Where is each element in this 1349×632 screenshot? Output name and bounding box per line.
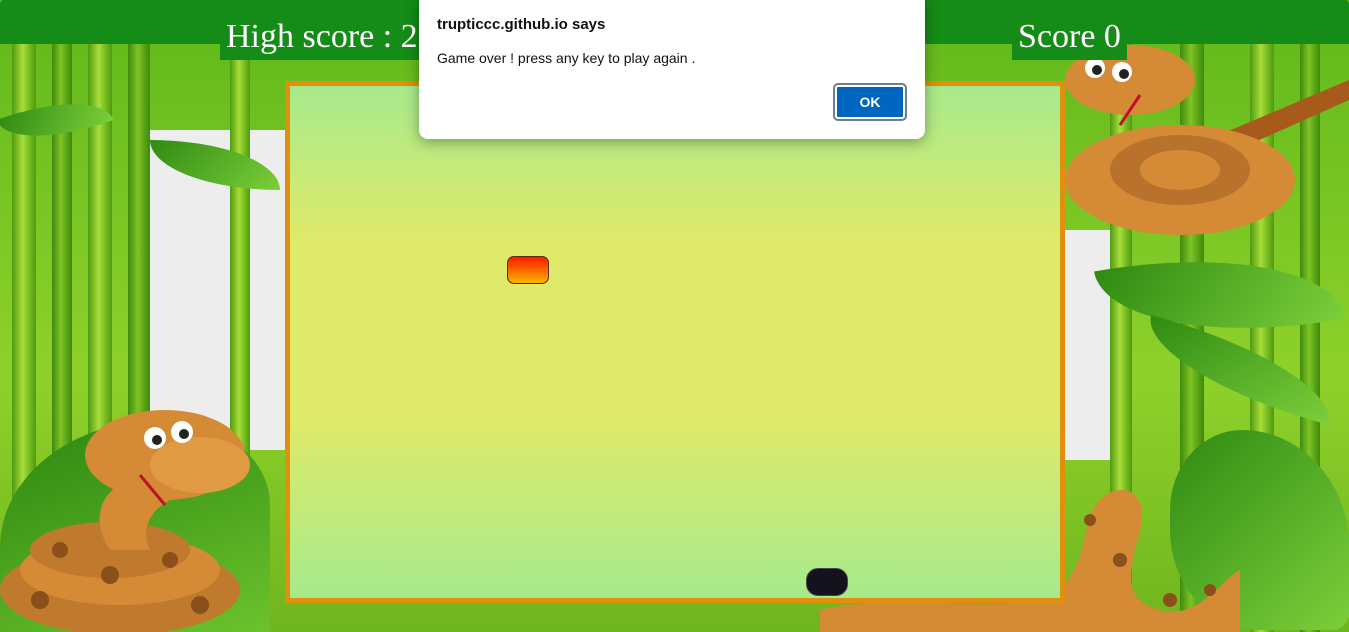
background-gap-right bbox=[1060, 230, 1110, 460]
game-over-alert-dialog: trupticcc.github.io says Game over ! pre… bbox=[419, 0, 925, 139]
score-label: Score 0 bbox=[1012, 14, 1127, 60]
snake-illustration-left bbox=[0, 410, 250, 632]
ok-button[interactable]: OK bbox=[833, 83, 907, 121]
snake-head-block-icon bbox=[806, 568, 848, 596]
alert-origin-title: trupticcc.github.io says bbox=[437, 16, 606, 33]
game-board[interactable] bbox=[285, 81, 1065, 603]
alert-message: Game over ! press any key to play again … bbox=[437, 50, 696, 66]
food-block-icon bbox=[507, 256, 549, 284]
snake-illustration-right bbox=[1065, 45, 1349, 235]
high-score-label: High score : 2 bbox=[220, 14, 424, 60]
